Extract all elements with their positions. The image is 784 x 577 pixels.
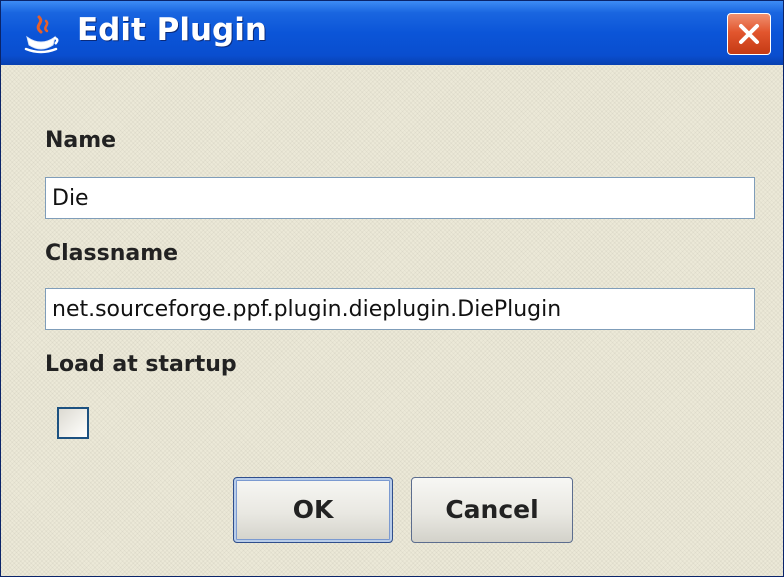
close-icon bbox=[739, 24, 759, 44]
edit-plugin-dialog: Edit Plugin Name Classname Load at start… bbox=[0, 0, 784, 577]
title-bar[interactable]: Edit Plugin bbox=[1, 1, 783, 65]
name-field[interactable] bbox=[45, 177, 755, 219]
classname-label: Classname bbox=[45, 241, 179, 266]
load-at-startup-label: Load at startup bbox=[45, 352, 237, 377]
window-title: Edit Plugin bbox=[77, 12, 267, 48]
java-icon bbox=[21, 15, 61, 55]
load-at-startup-checkbox[interactable] bbox=[57, 407, 89, 439]
close-button[interactable] bbox=[727, 13, 771, 55]
cancel-button[interactable]: Cancel bbox=[411, 477, 573, 543]
name-label: Name bbox=[45, 128, 117, 153]
ok-button[interactable]: OK bbox=[233, 477, 393, 543]
classname-field[interactable] bbox=[45, 288, 755, 330]
